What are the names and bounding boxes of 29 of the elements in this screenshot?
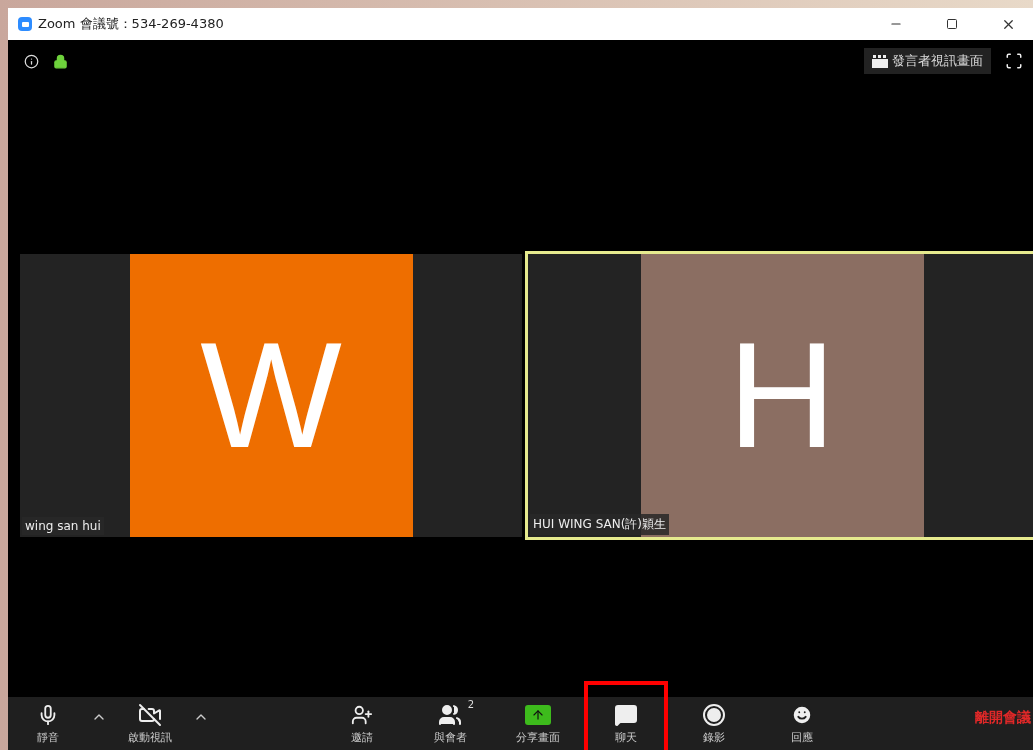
speaker-view-button[interactable]: 發言者視訊畫面	[864, 48, 991, 74]
video-off-icon	[138, 702, 162, 727]
window-title: Zoom 會議號：534-269-4380	[38, 15, 225, 33]
speaker-view-icon	[872, 54, 888, 68]
chat-button[interactable]: 聊天	[590, 697, 662, 750]
maximize-icon	[946, 18, 958, 30]
info-icon[interactable]	[24, 53, 39, 69]
fullscreen-icon[interactable]	[1005, 52, 1023, 70]
record-button[interactable]: 錄影	[678, 697, 750, 750]
video-tile[interactable]: H HUI WING SAN(許)穎生	[525, 251, 1033, 540]
video-tile[interactable]: W wing san hui	[20, 254, 522, 537]
user-plus-icon	[351, 703, 373, 726]
leave-meeting-button[interactable]: 離開會議	[975, 708, 1031, 739]
participant-name: HUI WING SAN(許)穎生	[530, 514, 670, 535]
video-button[interactable]: 啟動視訊	[114, 697, 186, 750]
participant-count: 2	[467, 698, 474, 710]
record-icon	[703, 703, 725, 726]
users-icon	[438, 702, 462, 727]
mute-button[interactable]: 靜音	[12, 697, 84, 750]
reactions-button[interactable]: 回應	[766, 697, 838, 750]
chat-bubble-icon	[614, 702, 638, 727]
participants-button[interactable]: 2 與會者	[414, 697, 486, 750]
invite-button[interactable]: 邀請	[326, 697, 398, 750]
share-screen-icon	[525, 704, 551, 725]
share-button[interactable]: 分享畫面	[502, 697, 574, 750]
initial-avatar: W	[129, 254, 413, 537]
app-icon	[18, 17, 32, 31]
smiley-icon	[791, 703, 813, 726]
participant-name: wing san hui	[22, 517, 104, 535]
